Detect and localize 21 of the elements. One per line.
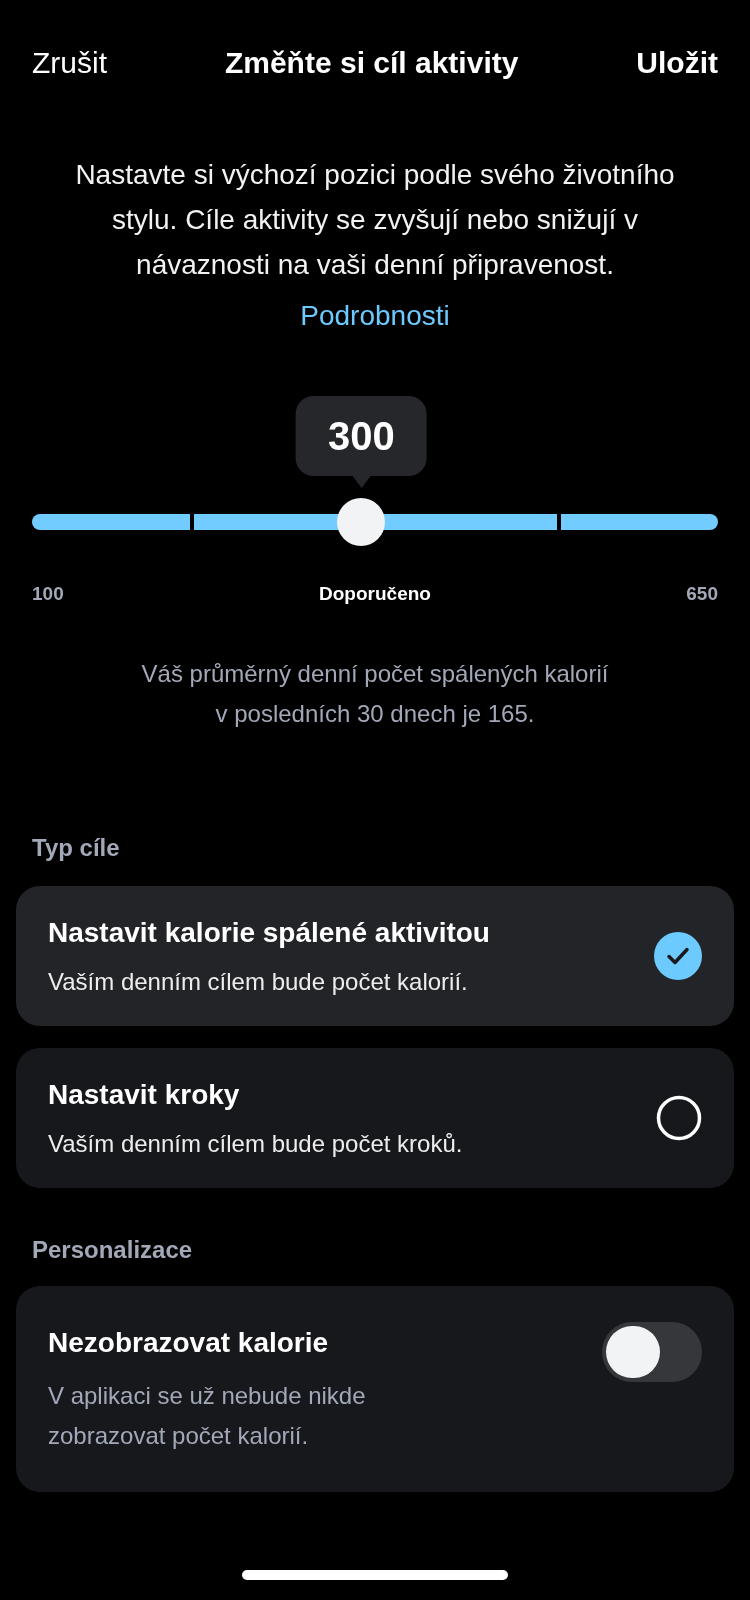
setting-title: Nezobrazovat kalorie <box>48 1326 330 1360</box>
goal-option-card[interactable]: Nastavit kalorie spálené aktivitou Vaším denním cílem bude počet kalorií. <box>16 886 734 1026</box>
option-subtitle: Vaším denním cílem bude počet kroků. <box>48 1129 463 1159</box>
setting-description: V aplikaci se už nebude nikde zobrazovat počet kalorií. <box>48 1381 367 1451</box>
details-link[interactable]: Podrobnosti <box>300 295 450 337</box>
section-heading: Personalizace <box>31 1235 194 1265</box>
intro-text: Nastavte si výchozí pozici podle svého životního stylu. Cíle aktivity se zvyšují nebo snižují v návaznosti na vaši denní připravenost. <box>74 158 676 282</box>
cancel-button[interactable]: Zrušit <box>32 39 107 85</box>
slider-thumb[interactable] <box>337 498 386 546</box>
min-label: 100 <box>32 582 64 606</box>
option-title: Nastavit kalorie spálené aktivitou <box>48 916 490 950</box>
section-heading: Typ cíle <box>31 833 121 863</box>
option-title: Nastavit kroky <box>48 1078 241 1112</box>
page-title: Změňte si cíl aktivity <box>224 44 519 81</box>
save-button[interactable]: Uložit <box>636 39 718 85</box>
goal-option-card[interactable]: Nastavit kroky Vaším denním cílem bude počet kroků. <box>16 1048 734 1188</box>
option-subtitle: Vaším denním cílem bude počet kalorií. <box>48 967 469 997</box>
slider-value: 300 <box>327 413 395 460</box>
recommended-label: Doporučeno <box>319 582 431 606</box>
average-note: Váš průměrný denní počet spálených kalorií v posledních 30 dnech je 165. <box>140 659 610 729</box>
max-label: 650 <box>686 582 718 606</box>
